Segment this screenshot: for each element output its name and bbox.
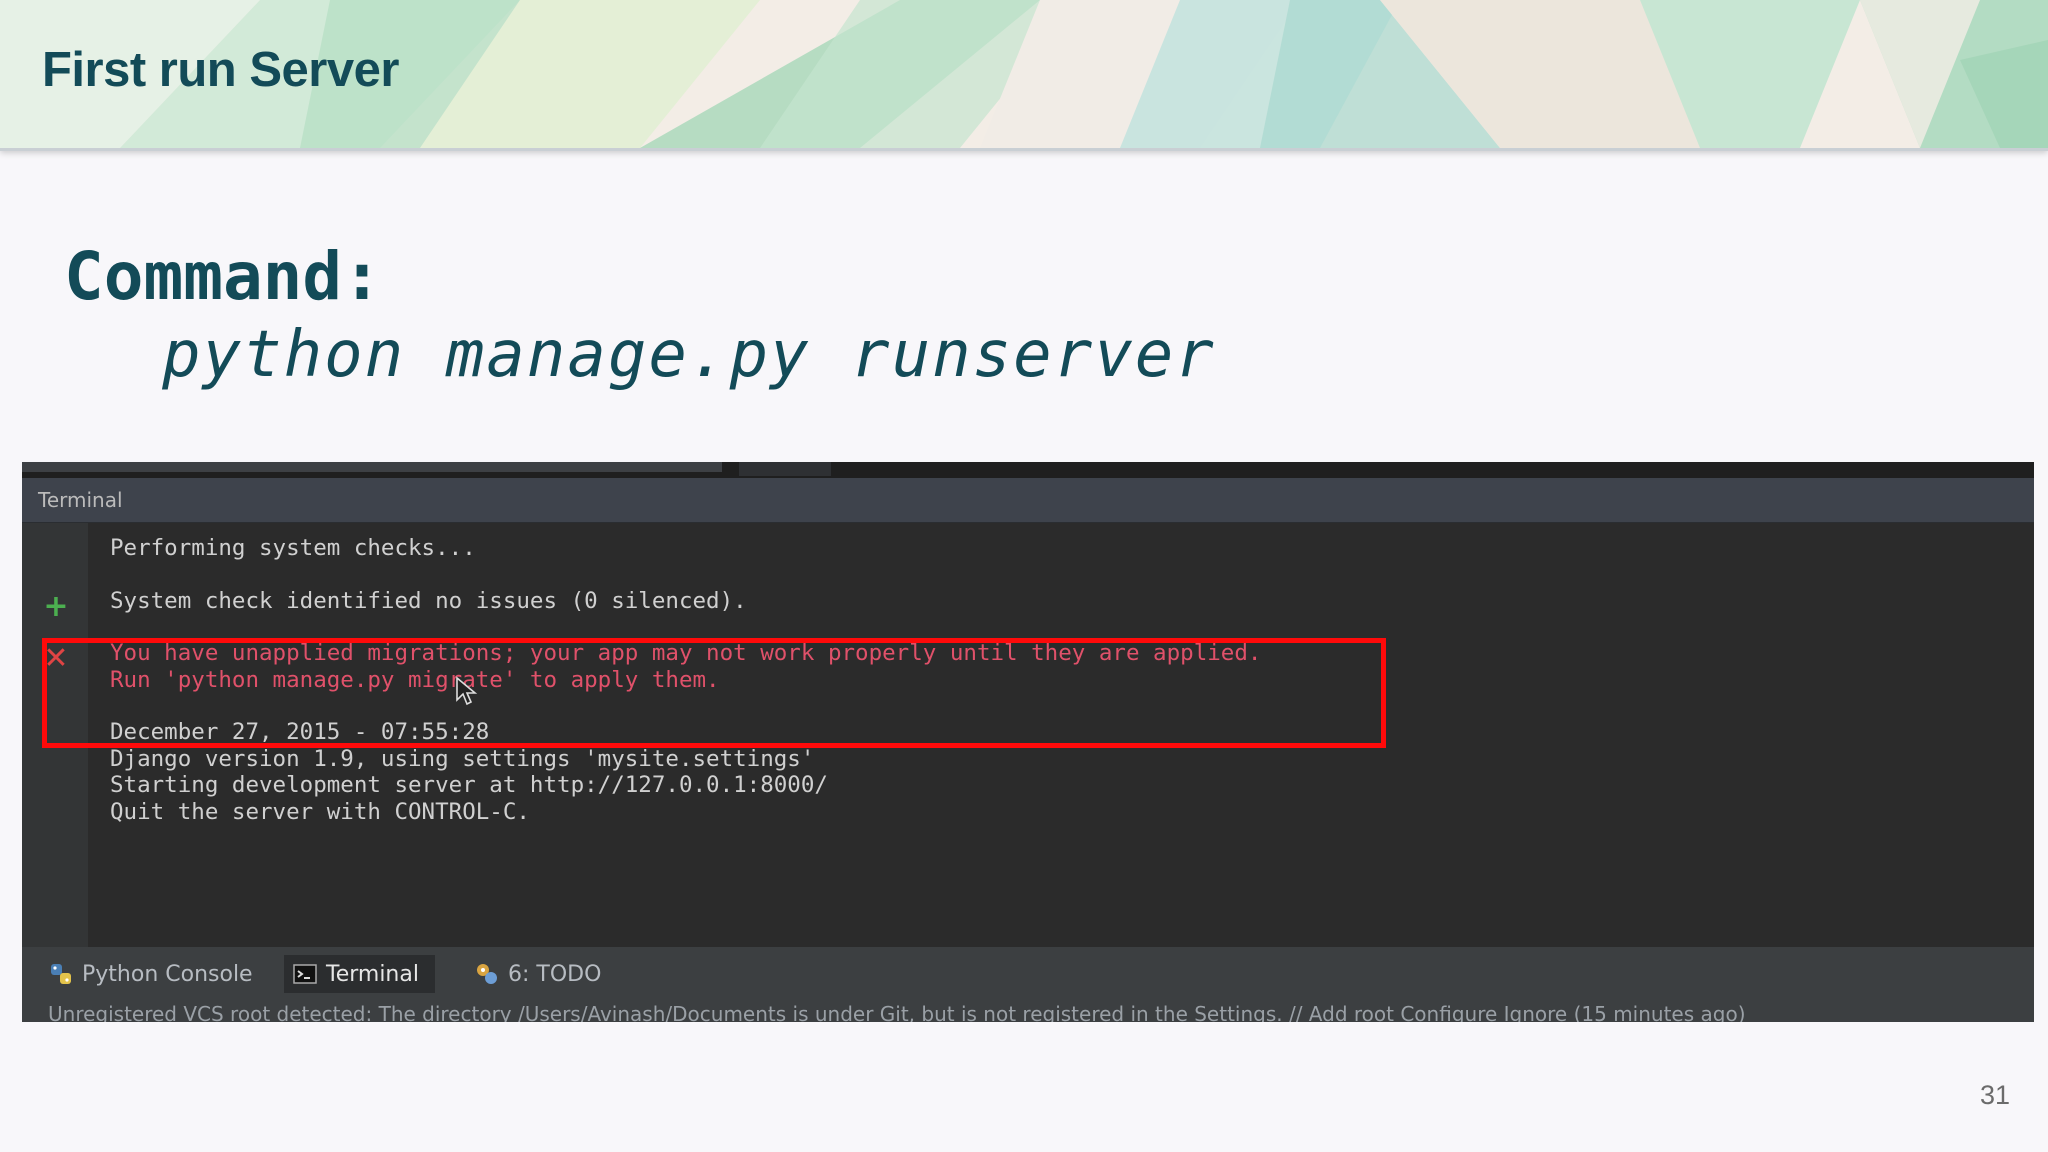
terminal-line: System check identified no issues (0 sil… [110, 588, 747, 614]
terminal-header: Terminal [22, 478, 2034, 523]
editor-tab-strip [22, 462, 2034, 478]
slide-title: First run Server [42, 43, 399, 97]
python-icon [48, 961, 74, 987]
tab-label: Python Console [82, 961, 253, 987]
slide-header: First run Server [0, 0, 2048, 151]
status-message[interactable]: Unregistered VCS root detected: The dire… [48, 1002, 1746, 1022]
terminal-icon [292, 961, 318, 987]
highlight-box [42, 638, 1386, 748]
mouse-cursor-icon [456, 676, 478, 706]
editor-scrollbar[interactable] [22, 462, 722, 472]
terminal-line: Quit the server with CONTROL-C. [110, 799, 530, 825]
tab-todo[interactable]: 6: TODO [474, 955, 601, 993]
tab-terminal[interactable]: Terminal [284, 955, 435, 993]
tool-window-bar: Python Console Terminal 6: TODO [22, 947, 2034, 1001]
terminal-line: Performing system checks... [110, 535, 476, 561]
plus-icon[interactable]: + [42, 592, 70, 622]
terminal-panel-title: Terminal [38, 488, 123, 512]
tab-label: Terminal [326, 961, 419, 987]
page-number: 31 [1980, 1080, 2011, 1110]
editor-tab-stub [739, 462, 831, 476]
terminal-line: Django version 1.9, using settings 'mysi… [110, 746, 815, 772]
command-label: Command: [64, 238, 382, 315]
status-bar: Unregistered VCS root detected: The dire… [22, 1001, 2034, 1022]
terminal-line: Starting development server at http://12… [110, 772, 828, 798]
tab-label: 6: TODO [508, 961, 602, 987]
command-text: python manage.py runserver [162, 318, 1216, 392]
tab-python-console[interactable]: Python Console [48, 955, 253, 993]
todo-icon [474, 961, 500, 987]
